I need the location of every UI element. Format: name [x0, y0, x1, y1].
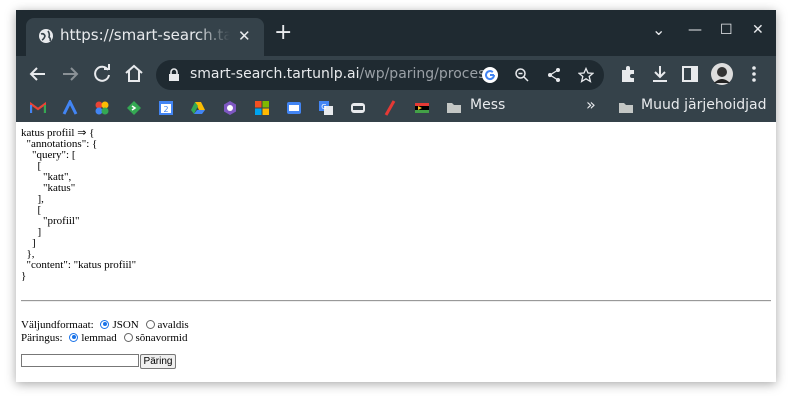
query-label: Päringus: [21, 332, 63, 344]
svg-text:G: G [321, 103, 326, 111]
translate-icon[interactable]: G [318, 100, 334, 116]
browser-window: https://smart-search.tartunlp.ai/wp/pari… [16, 10, 776, 382]
maximize-button[interactable]: ☐ [720, 22, 733, 38]
bookmark-folder-other[interactable]: Muud järjehoidjad [641, 97, 766, 113]
bookmark-star-icon[interactable] [578, 67, 594, 83]
folder-icon[interactable] [446, 100, 462, 116]
avatar[interactable] [710, 62, 734, 86]
tab-search-button[interactable]: ⌄ [652, 20, 665, 39]
microsoft-icon[interactable] [254, 100, 270, 116]
url-host: smart-search.tartunlp.ai [190, 66, 360, 82]
extensions-icon[interactable] [616, 62, 640, 86]
gmail-icon[interactable] [30, 100, 46, 116]
drive-icon[interactable] [190, 100, 206, 116]
lock-icon[interactable] [168, 68, 180, 82]
home-icon[interactable] [122, 62, 146, 86]
output-format-label: Väljundformaat: [21, 319, 94, 331]
zoom-icon[interactable] [514, 67, 530, 83]
green-diamond-icon[interactable] [126, 100, 142, 116]
download-icon[interactable] [648, 62, 672, 86]
menu-icon[interactable] [742, 62, 766, 86]
flag-icon[interactable] [414, 100, 430, 116]
calendar-icon[interactable]: 2 [158, 100, 174, 116]
radio-avaldis[interactable] [145, 319, 155, 329]
tab-close-button[interactable]: ✕ [238, 28, 251, 44]
bookmark-blue-arc-icon[interactable] [62, 100, 78, 116]
forward-icon[interactable] [58, 62, 82, 86]
toolbar: smart-search.tartunlp.ai/wp/paring/proce… [16, 56, 776, 92]
new-tab-button[interactable]: + [274, 22, 292, 44]
radio-json[interactable] [100, 319, 110, 329]
back-icon[interactable] [26, 62, 50, 86]
other-bookmarks-folder-icon[interactable] [618, 100, 634, 116]
svg-text:2: 2 [163, 105, 168, 114]
json-output: katus profiil ⇒ { "annotations": { "quer… [21, 127, 137, 282]
address-bar[interactable]: smart-search.tartunlp.ai/wp/paring/proce… [156, 60, 604, 90]
side-panel-icon[interactable] [678, 62, 702, 86]
red-slash-icon[interactable] [382, 100, 398, 116]
pinwheel-icon[interactable] [94, 100, 110, 116]
output-format-row: Väljundformaat: JSON avaldis [21, 319, 189, 331]
google-slides-icon[interactable] [286, 100, 302, 116]
page-content: katus profiil ⇒ { "annotations": { "quer… [16, 122, 776, 382]
minimize-button[interactable]: — [688, 22, 702, 38]
url-text: smart-search.tartunlp.ai/wp/paring/proce… [190, 66, 493, 82]
divider [21, 300, 771, 302]
close-window-button[interactable]: ✕ [752, 22, 764, 38]
query-row: Päringus: lemmad sõnavormid [21, 332, 187, 344]
query-submit-button[interactable]: Päring [140, 354, 176, 369]
bookmarks-bar: 2 G Mess » Muud järjehoidjad [16, 92, 776, 122]
globe-icon [39, 29, 53, 43]
radio-avaldis-label[interactable]: avaldis [158, 319, 189, 331]
google-icon[interactable] [482, 67, 498, 83]
radio-lemmad-label[interactable]: lemmad [81, 332, 116, 344]
bookmarks-overflow-button[interactable]: » [586, 95, 596, 114]
query-input[interactable] [21, 354, 139, 367]
url-path: /wp/paring/process [359, 66, 493, 82]
radio-sonavormid[interactable] [123, 332, 133, 342]
gamepad-icon[interactable] [350, 100, 366, 116]
radio-sonavormid-label[interactable]: sõnavormid [136, 332, 188, 344]
browser-tab[interactable]: https://smart-search.tartunlp.ai/wp/pari… [26, 18, 264, 56]
radio-json-label[interactable]: JSON [112, 319, 138, 331]
purple-hex-icon[interactable] [222, 100, 238, 116]
reload-icon[interactable] [90, 62, 114, 86]
bookmark-folder-mess[interactable]: Mess [470, 97, 505, 113]
tab-title: https://smart-search.tartunlp.ai/wp/pari… [60, 26, 230, 44]
share-icon[interactable] [546, 67, 562, 83]
title-bar: https://smart-search.tartunlp.ai/wp/pari… [16, 10, 776, 56]
radio-lemmad[interactable] [69, 332, 79, 342]
